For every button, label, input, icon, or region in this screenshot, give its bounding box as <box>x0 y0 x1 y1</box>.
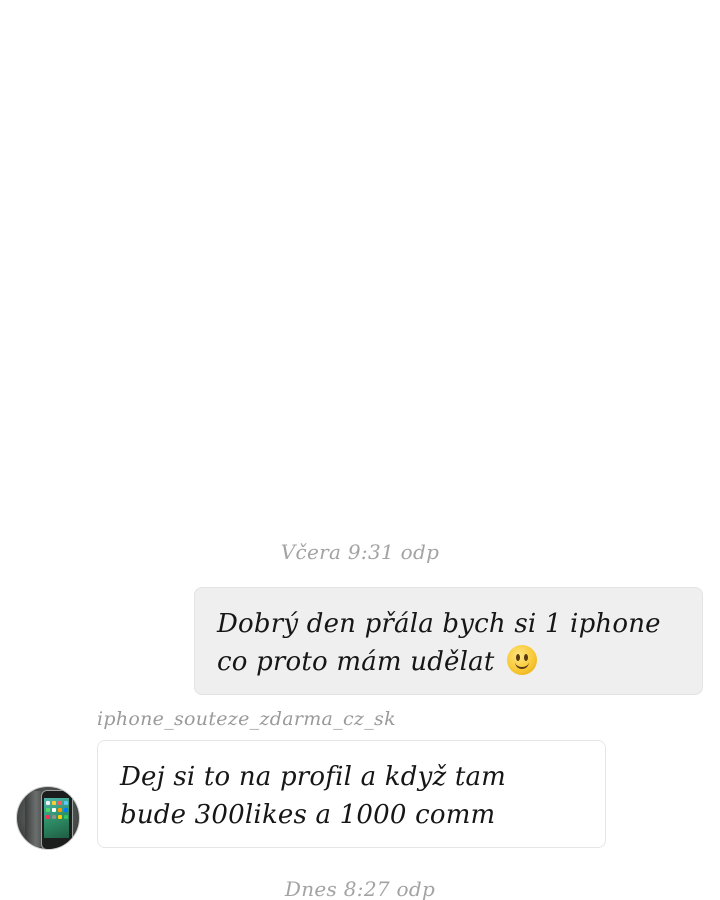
app-icon <box>64 815 68 819</box>
timestamp-today: Dnes 8:27 odp <box>0 877 720 900</box>
app-icon <box>64 808 68 812</box>
outgoing-message-line-2-wrap: co proto mám udělat <box>217 643 686 681</box>
app-icon <box>58 808 62 812</box>
app-icon <box>58 815 62 819</box>
timestamp-yesterday-text: Včera 9:31 odp <box>280 540 440 564</box>
outgoing-message-line-2: co proto mám udělat <box>217 647 495 677</box>
app-icon <box>46 801 50 805</box>
sender-avatar[interactable] <box>16 786 80 850</box>
app-icon <box>52 808 56 812</box>
incoming-message-bubble[interactable]: Dej si to na profil a když tam bude 300l… <box>97 740 606 848</box>
sender-username[interactable]: iphone_souteze_zdarma_cz_sk <box>97 708 396 730</box>
app-icon <box>58 801 62 805</box>
incoming-message-line-1: Dej si to na profil a když tam <box>120 762 507 792</box>
timestamp-yesterday: Včera 9:31 odp <box>0 540 720 564</box>
app-icon <box>52 815 56 819</box>
smiling-face-emoji-icon <box>506 645 537 675</box>
timestamp-today-text: Dnes 8:27 odp <box>284 877 436 900</box>
outgoing-message-line-1: Dobrý den přála bych si 1 iphone <box>217 609 661 639</box>
outgoing-message-bubble[interactable]: Dobrý den přála bych si 1 iphone co prot… <box>194 587 703 695</box>
app-icon <box>46 808 50 812</box>
incoming-message-line-2: bude 300likes a 1000 comm <box>120 800 496 830</box>
app-icon <box>64 801 68 805</box>
chat-screen: Včera 9:31 odp Dobrý den přála bych si 1… <box>0 0 720 900</box>
app-icon <box>46 815 50 819</box>
app-icon <box>52 801 56 805</box>
